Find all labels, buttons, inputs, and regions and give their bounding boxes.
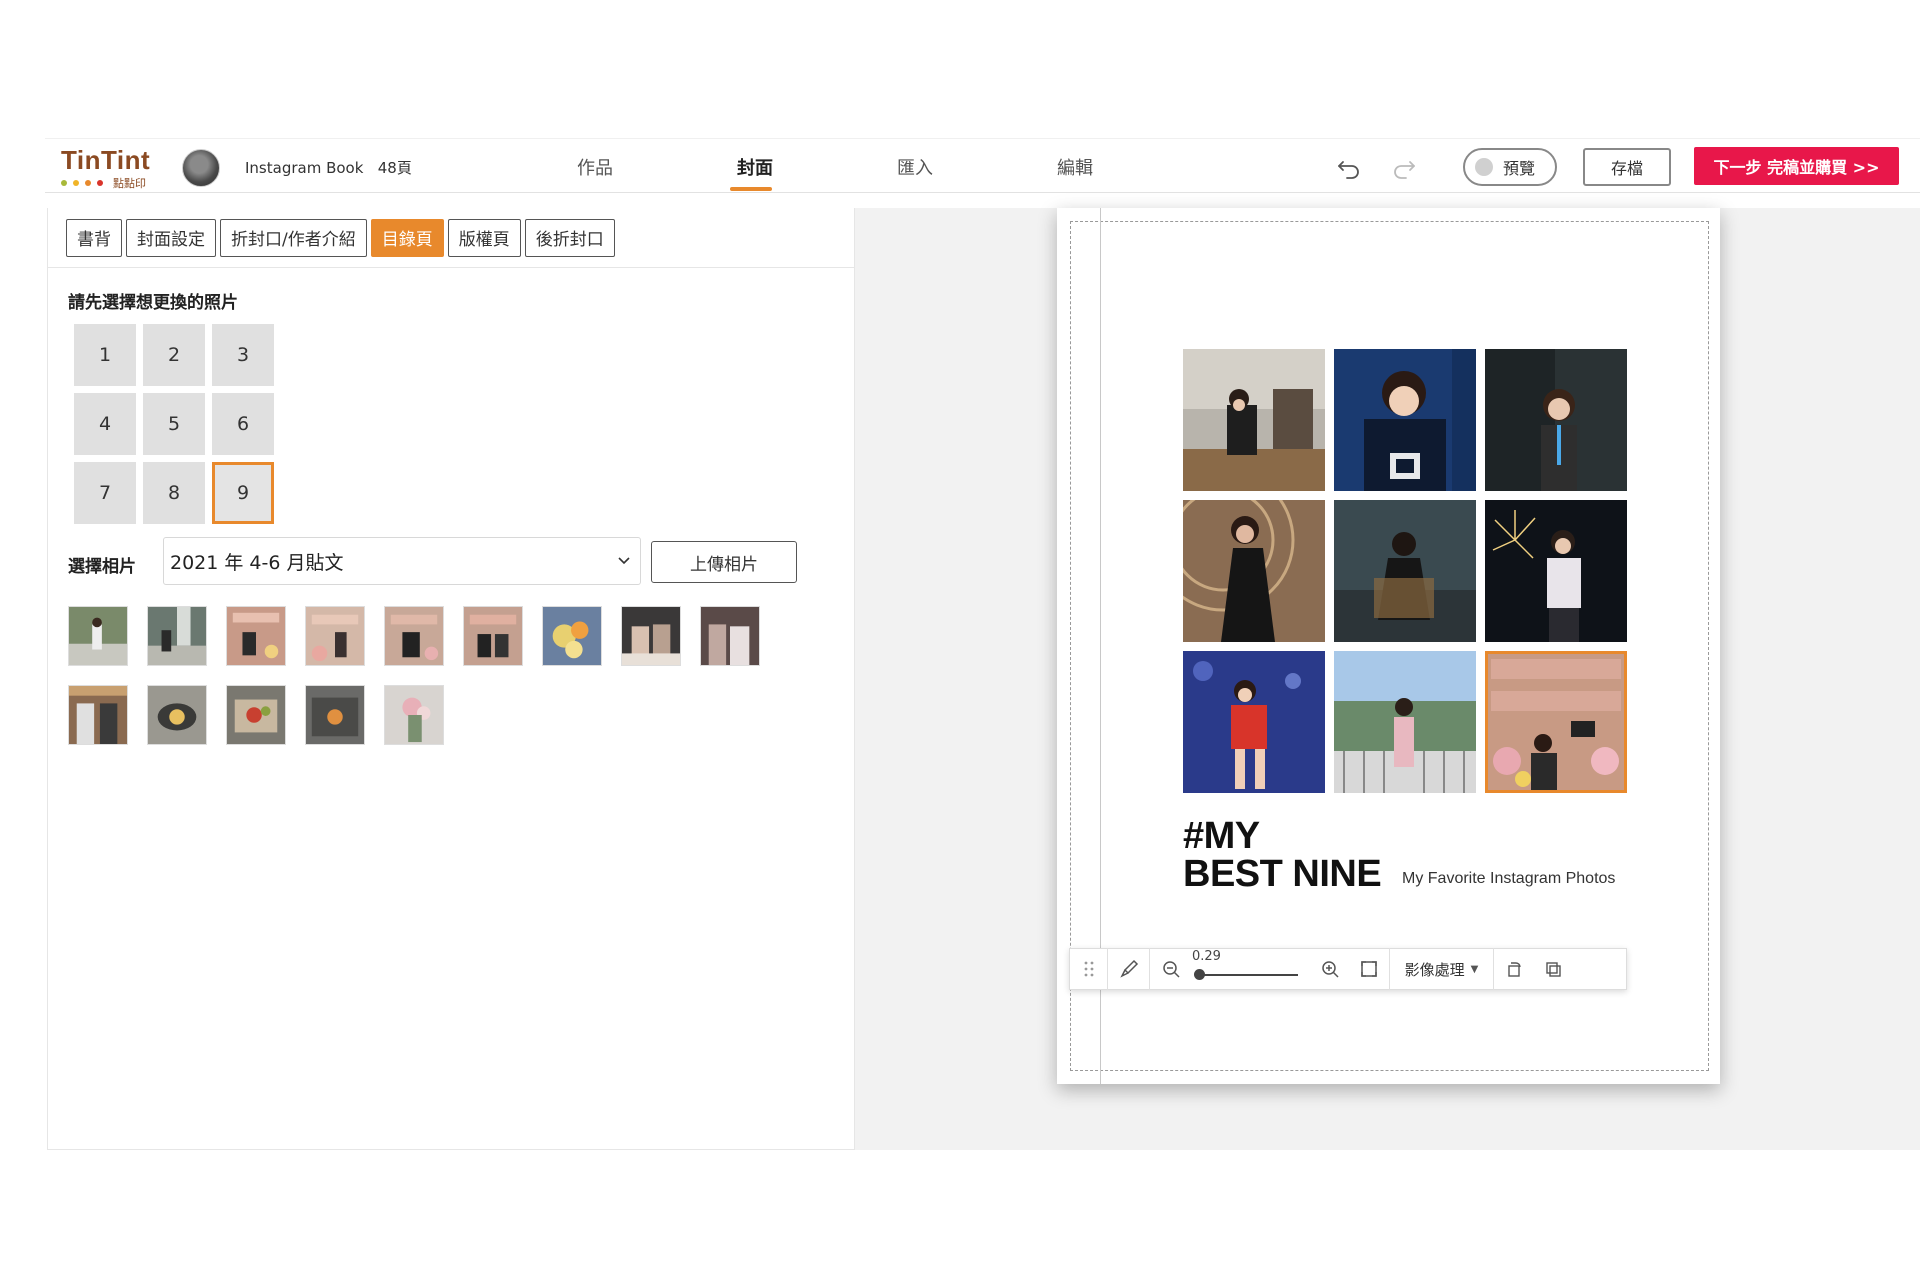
- slider-track: [1198, 974, 1298, 976]
- tab-import[interactable]: 匯入: [835, 139, 995, 194]
- upload-photo-button[interactable]: 上傳相片: [651, 541, 797, 583]
- fit-frame-icon[interactable]: [1348, 948, 1390, 990]
- album-select[interactable]: 2021 年 4-6 月貼文: [163, 537, 641, 585]
- cover-photo-3[interactable]: [1485, 349, 1627, 491]
- album-label: 選擇相片: [68, 557, 136, 577]
- cover-photo-7[interactable]: [1183, 651, 1325, 793]
- thumbnail-photo[interactable]: [68, 685, 128, 745]
- editor-app: TinTint 點點印 Instagram Book 48頁 作品 封面 匯入 …: [45, 138, 1920, 1150]
- thumbnail-photo[interactable]: [226, 685, 286, 745]
- drag-handle-icon[interactable]: [1070, 948, 1108, 990]
- brush-icon[interactable]: [1108, 948, 1150, 990]
- photo-slot[interactable]: 2: [143, 324, 205, 386]
- cover-photo-9-selected[interactable]: [1485, 651, 1627, 793]
- image-process-dropdown[interactable]: 影像處理 ▼: [1390, 948, 1494, 990]
- instruction-text: 請先選擇想更換的照片: [68, 293, 238, 313]
- undo-icon[interactable]: [1335, 153, 1363, 181]
- photo-slot[interactable]: 8: [143, 462, 205, 524]
- photo-slot[interactable]: 6: [212, 393, 274, 455]
- thumbnail-photo[interactable]: [147, 685, 207, 745]
- top-bar: TinTint 點點印 Instagram Book 48頁 作品 封面 匯入 …: [45, 138, 1920, 193]
- thumbnail-photo[interactable]: [68, 606, 128, 666]
- settings-panel: 書背 封面設定 折封口/作者介紹 目錄頁 版權頁 後折封口 請先選擇想更換的照片…: [47, 208, 855, 1150]
- toggle-knob: [1475, 158, 1493, 176]
- subtab-flap-author[interactable]: 折封口/作者介紹: [220, 218, 367, 257]
- logo-tagline: 點點印: [61, 175, 161, 191]
- zoom-slider[interactable]: 0.29: [1192, 948, 1312, 990]
- redo-icon[interactable]: [1390, 153, 1418, 181]
- save-button[interactable]: 存檔: [1583, 148, 1671, 186]
- book-page-count: 48頁: [377, 159, 412, 177]
- album-thumbnails: [68, 606, 808, 745]
- cover-photo-4[interactable]: [1183, 500, 1325, 642]
- photo-slot[interactable]: 4: [74, 393, 136, 455]
- tab-cover[interactable]: 封面: [675, 139, 835, 194]
- logo-dot: [61, 180, 67, 186]
- tintint-logo[interactable]: TinTint 點點印: [61, 145, 161, 190]
- cover-title-line1[interactable]: #MY: [1183, 817, 1260, 855]
- thumbnail-photo[interactable]: [305, 685, 365, 745]
- cover-photo-2[interactable]: [1334, 349, 1476, 491]
- cover-photo-8[interactable]: [1334, 651, 1476, 793]
- logo-dot: [85, 180, 91, 186]
- best-nine-grid: [1183, 349, 1627, 793]
- cover-photo-5[interactable]: [1334, 500, 1476, 642]
- photo-slot[interactable]: 7: [74, 462, 136, 524]
- cover-title-line2[interactable]: BEST NINE: [1183, 854, 1382, 894]
- user-avatar[interactable]: [182, 149, 220, 187]
- thumbnail-photo[interactable]: [700, 606, 760, 666]
- photo-slot[interactable]: 5: [143, 393, 205, 455]
- thumbnail-photo[interactable]: [463, 606, 523, 666]
- photo-slot-grid: 1 2 3 4 5 6 7 8 9: [74, 324, 274, 524]
- cover-photo-1[interactable]: [1183, 349, 1325, 491]
- image-edit-toolbar: 0.29 影像處理 ▼: [1069, 948, 1627, 990]
- cover-photo-6[interactable]: [1485, 500, 1627, 642]
- thumbnail-photo[interactable]: [542, 606, 602, 666]
- photo-slot-selected[interactable]: 9: [212, 462, 274, 524]
- zoom-value: 0.29: [1192, 949, 1221, 964]
- thumbnail-photo[interactable]: [305, 606, 365, 666]
- zoom-in-icon[interactable]: [1312, 948, 1348, 990]
- thumbnail-photo[interactable]: [147, 606, 207, 666]
- subtab-spine[interactable]: 書背: [66, 218, 122, 257]
- preview-toggle[interactable]: 預覽: [1463, 148, 1557, 186]
- image-process-label: 影像處理: [1404, 960, 1465, 979]
- subtab-cover-settings[interactable]: 封面設定: [126, 218, 216, 257]
- subtab-copyright[interactable]: 版權頁: [447, 218, 521, 257]
- logo-dot: [97, 180, 103, 186]
- book-title: Instagram Book: [245, 159, 364, 177]
- cover-subtitle[interactable]: My Favorite Instagram Photos: [1402, 870, 1615, 888]
- next-step-button[interactable]: 下一步 完稿並購買 >>: [1694, 147, 1899, 185]
- logo-subtitle: 點點印: [113, 177, 146, 190]
- book-info: Instagram Book 48頁: [245, 157, 412, 178]
- rotate-left-icon[interactable]: [1494, 948, 1534, 990]
- cover-subtabs: 書背 封面設定 折封口/作者介紹 目錄頁 版權頁 後折封口: [48, 208, 854, 268]
- duplicate-icon[interactable]: [1534, 948, 1574, 990]
- photo-slot[interactable]: 3: [212, 324, 274, 386]
- canvas-workspace: #MY BEST NINE My Favorite Instagram Phot…: [855, 208, 1920, 1150]
- slider-handle[interactable]: [1194, 969, 1205, 980]
- main-nav: 作品 封面 匯入 編輯: [515, 139, 1155, 194]
- subtab-back-flap[interactable]: 後折封口: [524, 218, 615, 257]
- logo-dot: [73, 180, 79, 186]
- subtab-contents[interactable]: 目錄頁: [370, 218, 444, 257]
- thumbnail-photo[interactable]: [384, 685, 444, 745]
- thumbnail-photo[interactable]: [226, 606, 286, 666]
- zoom-out-icon[interactable]: [1150, 948, 1192, 990]
- logo-wordmark: TinTint: [61, 145, 151, 175]
- caret-down-icon: ▼: [1470, 963, 1479, 975]
- photo-slot[interactable]: 1: [74, 324, 136, 386]
- tab-edit[interactable]: 編輯: [995, 139, 1155, 194]
- thumbnail-photo[interactable]: [384, 606, 444, 666]
- chevron-down-icon: [618, 557, 630, 565]
- tab-works[interactable]: 作品: [515, 139, 675, 194]
- preview-label: 預覽: [1503, 159, 1536, 178]
- album-selected-value: 2021 年 4-6 月貼文: [170, 551, 344, 574]
- thumbnail-photo[interactable]: [621, 606, 681, 666]
